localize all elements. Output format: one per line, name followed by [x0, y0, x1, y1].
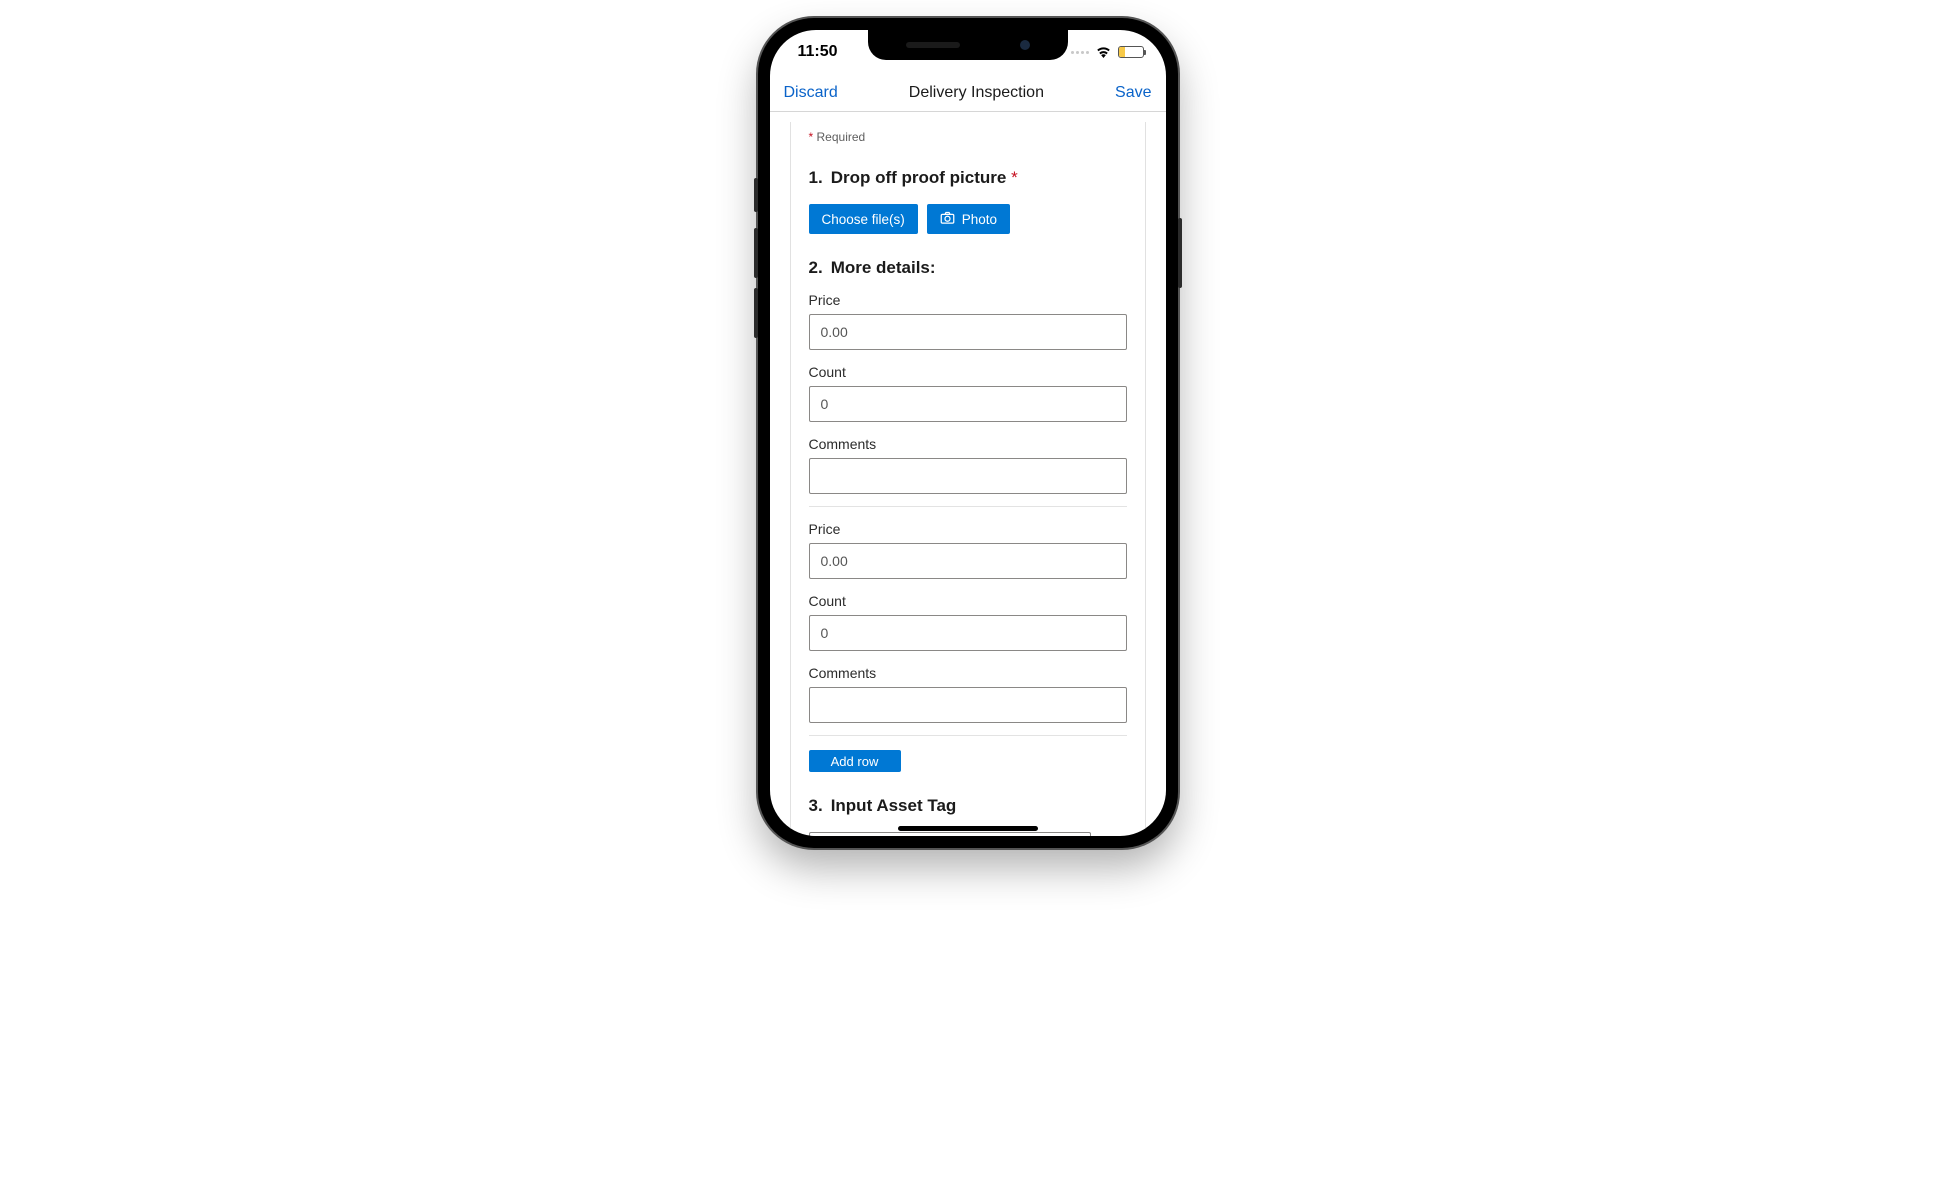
- count-input[interactable]: [809, 615, 1127, 651]
- required-asterisk-icon: *: [1011, 168, 1018, 187]
- count-label: Count: [809, 593, 1127, 609]
- phone-frame: 11:50 Discard Delivery Inspection Save *…: [758, 18, 1178, 848]
- nav-bar: Discard Delivery Inspection Save: [770, 74, 1166, 112]
- wifi-icon: [1095, 46, 1112, 58]
- question-1: 1. Drop off proof picture * Choose file(…: [809, 168, 1127, 234]
- details-row: Price Count Comments: [809, 521, 1127, 736]
- choose-files-button[interactable]: Choose file(s): [809, 204, 918, 234]
- form-content: * Required 1. Drop off proof picture *: [770, 112, 1166, 836]
- count-label: Count: [809, 364, 1127, 380]
- required-asterisk-icon: *: [809, 130, 814, 144]
- q2-text: More details:: [831, 258, 936, 278]
- q3-number: 3.: [809, 796, 823, 816]
- camera-icon: [940, 211, 955, 227]
- price-input[interactable]: [809, 543, 1127, 579]
- q3-text: Input Asset Tag: [831, 796, 957, 816]
- phone-screen: 11:50 Discard Delivery Inspection Save *…: [770, 30, 1166, 836]
- q1-text: Drop off proof picture: [831, 168, 1007, 187]
- price-label: Price: [809, 521, 1127, 537]
- comments-input[interactable]: [809, 458, 1127, 494]
- comments-label: Comments: [809, 436, 1127, 452]
- price-label: Price: [809, 292, 1127, 308]
- cellular-dots-icon: [1071, 51, 1089, 54]
- comments-input[interactable]: [809, 687, 1127, 723]
- required-note: * Required: [809, 130, 1127, 144]
- photo-button[interactable]: Photo: [927, 204, 1010, 234]
- details-row: Price Count Comments: [809, 292, 1127, 507]
- count-input[interactable]: [809, 386, 1127, 422]
- q1-number: 1.: [809, 168, 823, 188]
- battery-icon: [1118, 46, 1144, 58]
- device-notch: [868, 30, 1068, 60]
- discard-button[interactable]: Discard: [784, 84, 838, 102]
- clock: 11:50: [798, 43, 838, 61]
- home-indicator[interactable]: [898, 826, 1038, 831]
- add-row-button[interactable]: Add row: [809, 750, 901, 772]
- page-title: Delivery Inspection: [909, 84, 1044, 102]
- asset-tag-input[interactable]: [809, 832, 1091, 836]
- question-2: 2. More details: Price Count: [809, 258, 1127, 772]
- q2-number: 2.: [809, 258, 823, 278]
- price-input[interactable]: [809, 314, 1127, 350]
- save-button[interactable]: Save: [1115, 84, 1151, 102]
- comments-label: Comments: [809, 665, 1127, 681]
